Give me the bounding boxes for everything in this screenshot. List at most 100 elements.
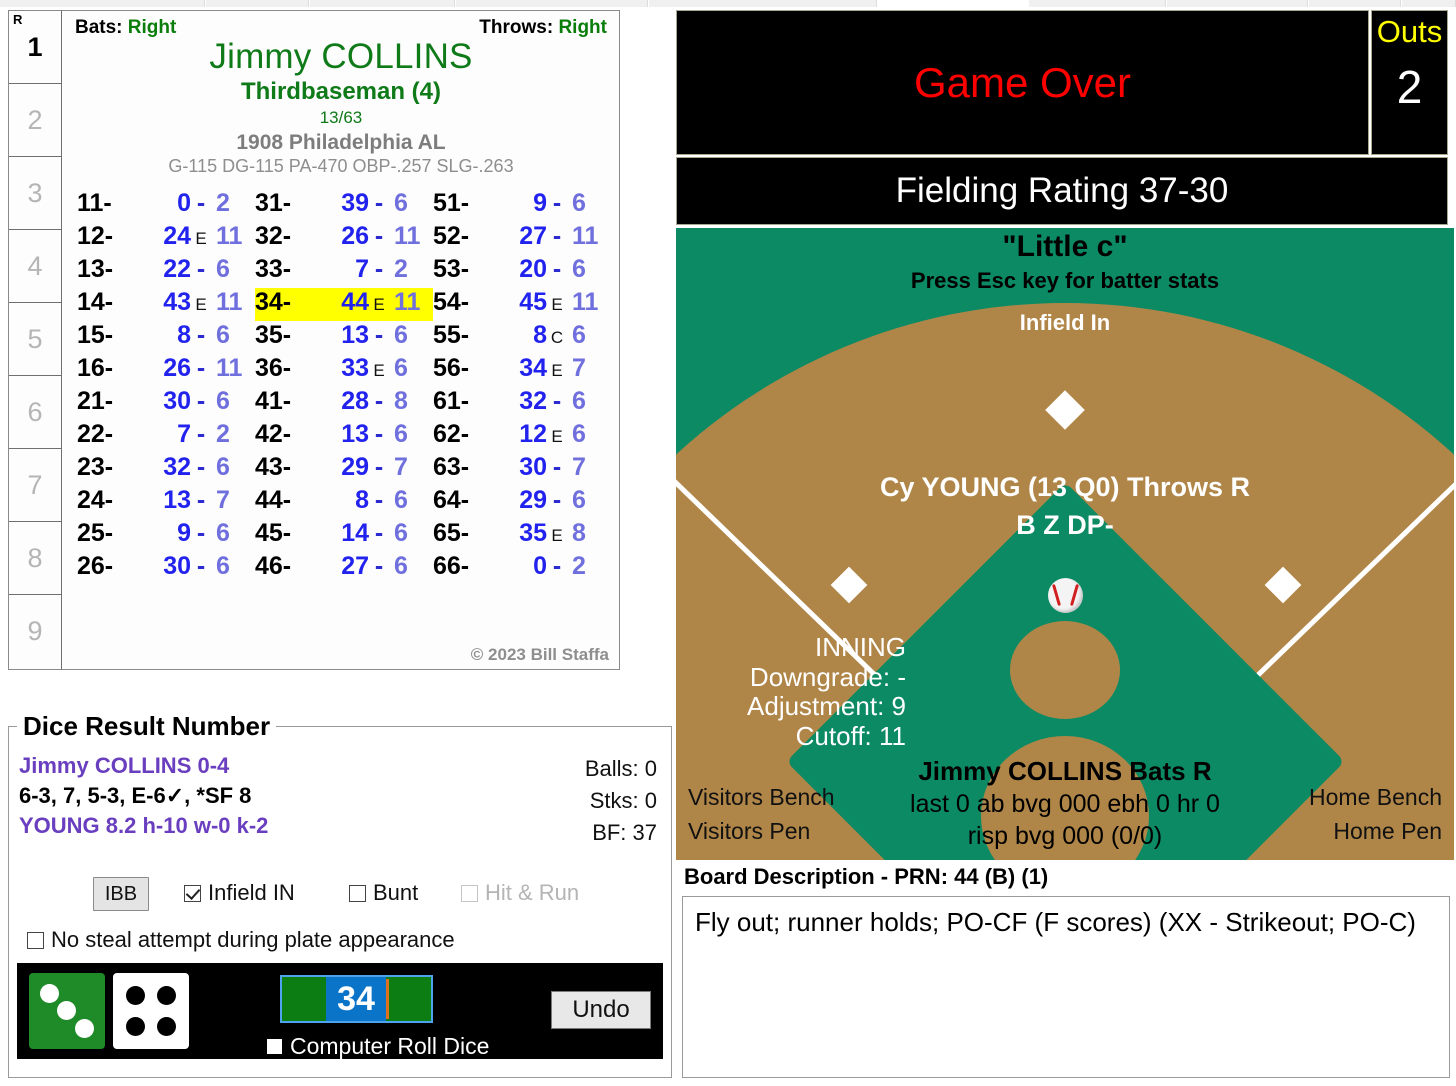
inning-number: 4 [27,250,43,281]
dice-grid-modifier: - [374,486,384,514]
park-name: "Little c" [1002,230,1128,263]
dice-grid-row: 53- 20-6 [433,255,611,288]
bunt-checkbox[interactable]: Bunt [349,880,418,906]
dice-grid-value: 27 [341,552,369,580]
dice-grid-row: 44- 8-6 [255,486,433,519]
dice-grid-third: 11 [216,222,243,250]
dice-grid-value: 26 [163,354,191,382]
chrome-seg [1309,0,1401,7]
white-die[interactable] [113,973,189,1049]
dice-grid-modifier: - [552,222,562,250]
bats-label-group: Bats: Right [75,17,176,39]
dice-grid-value: 32 [163,453,191,481]
dice-grid-third: 11 [216,354,243,382]
fielding-rating-text: Fielding Rating 37-30 [895,171,1229,210]
die-pip [157,986,176,1005]
dice-grid-row: 33- 7-2 [255,255,433,288]
batter-card-body: Bats: Right Throws: Right Jimmy COLLINS … [63,11,619,669]
roll-value-field[interactable]: 34 [280,975,433,1023]
game-status-text: Game Over [913,58,1132,106]
dice-grid-row: 45- 14-6 [255,519,433,552]
dice-grid-value: 33 [341,354,369,382]
green-die[interactable] [29,973,105,1049]
dice-grid-key: 25- [77,519,114,547]
roll-value-text: 34 [326,977,386,1021]
visitors-pen-link[interactable]: Visitors Pen [688,818,810,845]
inning-info: INNING Downgrade: - Adjustment: 9 Cutoff… [686,632,906,752]
dice-grid-modifier: - [196,552,206,580]
bunt-label: Bunt [373,880,419,905]
baseball-field[interactable]: "Little c" Press Esc key for batter stat… [676,228,1454,860]
chrome-seg [310,0,455,7]
dice-grid-row: 36- 33 E 6 [255,354,433,387]
dice-grid-key: 42- [255,420,292,448]
inning-cell-1[interactable]: R 1 [9,11,61,84]
dice-grid-modifier: - [552,552,562,580]
inning-cell-3[interactable]: 3 [9,157,61,230]
board-description-label: Board Description - PRN: 44 (B) (1) [684,864,1049,889]
inning-cell-5[interactable]: 5 [9,303,61,376]
inning-number: 6 [27,396,43,427]
inning-column: R 1 2 3 4 5 6 7 8 9 [9,11,62,669]
strategy-controls: IBB Infield IN Bunt Hit & Run [9,877,671,919]
dice-result-title: Dice Result Number [17,711,277,742]
dice-grid-row: 46- 27-6 [255,552,433,585]
dice-grid-key: 24- [77,486,114,514]
dice-grid-third: 7 [572,354,586,382]
pitcher-summary: YOUNG 8.2 h-10 w-0 k-2 [19,813,269,838]
dice-grid-key: 44- [255,486,292,514]
dice-grid-value: 8 [533,321,547,349]
dice-grid-modifier: - [196,255,206,283]
inning-cell-6[interactable]: 6 [9,376,61,449]
dice-grid-row: 52- 27-11 [433,222,611,255]
batters-faced: BF: 37 [592,819,657,845]
visitors-bench-link[interactable]: Visitors Bench [688,784,835,811]
inning-cell-2[interactable]: 2 [9,84,61,157]
inning-cell-8[interactable]: 8 [9,522,61,595]
home-pen-link[interactable]: Home Pen [1333,818,1442,845]
die-pip [40,984,59,1003]
dice-grid-row: 41- 28-8 [255,387,433,420]
dice-grid-third: 11 [394,222,421,250]
dice-grid-third: 2 [216,420,230,448]
dice-grid-third: 7 [216,486,230,514]
dice-grid-third: 6 [394,552,408,580]
dice-grid-third: 6 [216,255,230,283]
dice-grid-modifier: - [196,189,206,217]
dice-grid-value: 30 [163,387,191,415]
dice-grid-key: 26- [77,552,114,580]
dice-grid-value: 30 [519,453,547,481]
inning-cell-4[interactable]: 4 [9,230,61,303]
die-pip [75,1019,94,1038]
dice-grid-third: 11 [394,288,421,316]
dice-grid-value: 7 [177,420,191,448]
dice-grid-row: 21- 30-6 [77,387,255,420]
dice-grid-key: 52- [433,222,470,250]
batter-card: R 1 2 3 4 5 6 7 8 9 Bats: Right Throws: … [8,10,620,670]
dice-grid-key: 46- [255,552,292,580]
dice-grid-value: 20 [519,255,547,283]
dice-grid-modifier: - [374,453,384,481]
no-steal-checkbox[interactable]: No steal attempt during plate appearance [27,927,455,953]
infield-in-checkbox[interactable]: Infield IN [184,880,295,906]
dice-grid-modifier: E [551,295,563,314]
dice-grid-third: 6 [394,354,408,382]
chrome-seg [1402,0,1456,7]
computer-roll-checkbox[interactable]: Computer Roll Dice [267,1033,489,1060]
dice-grid-row: 35- 13-6 [255,321,433,354]
inning-cell-7[interactable]: 7 [9,449,61,522]
dice-grid-modifier: - [552,453,562,481]
dice-grid-key: 54- [433,288,470,316]
dice-grid-row: 43- 29-7 [255,453,433,486]
inning-cell-9[interactable]: 9 [9,595,61,668]
undo-button[interactable]: Undo [551,991,651,1029]
dice-grid-row: 15- 8-6 [77,321,255,354]
die-pip [126,986,145,1005]
dice-grid-modifier: - [196,453,206,481]
dice-grid-third: 11 [572,288,599,316]
no-steal-label: No steal attempt during plate appearance [51,927,455,952]
ibb-button[interactable]: IBB [93,877,149,911]
dice-grid-key: 14- [77,288,114,316]
dice-grid-third: 6 [216,387,230,415]
home-bench-link[interactable]: Home Bench [1309,784,1442,811]
